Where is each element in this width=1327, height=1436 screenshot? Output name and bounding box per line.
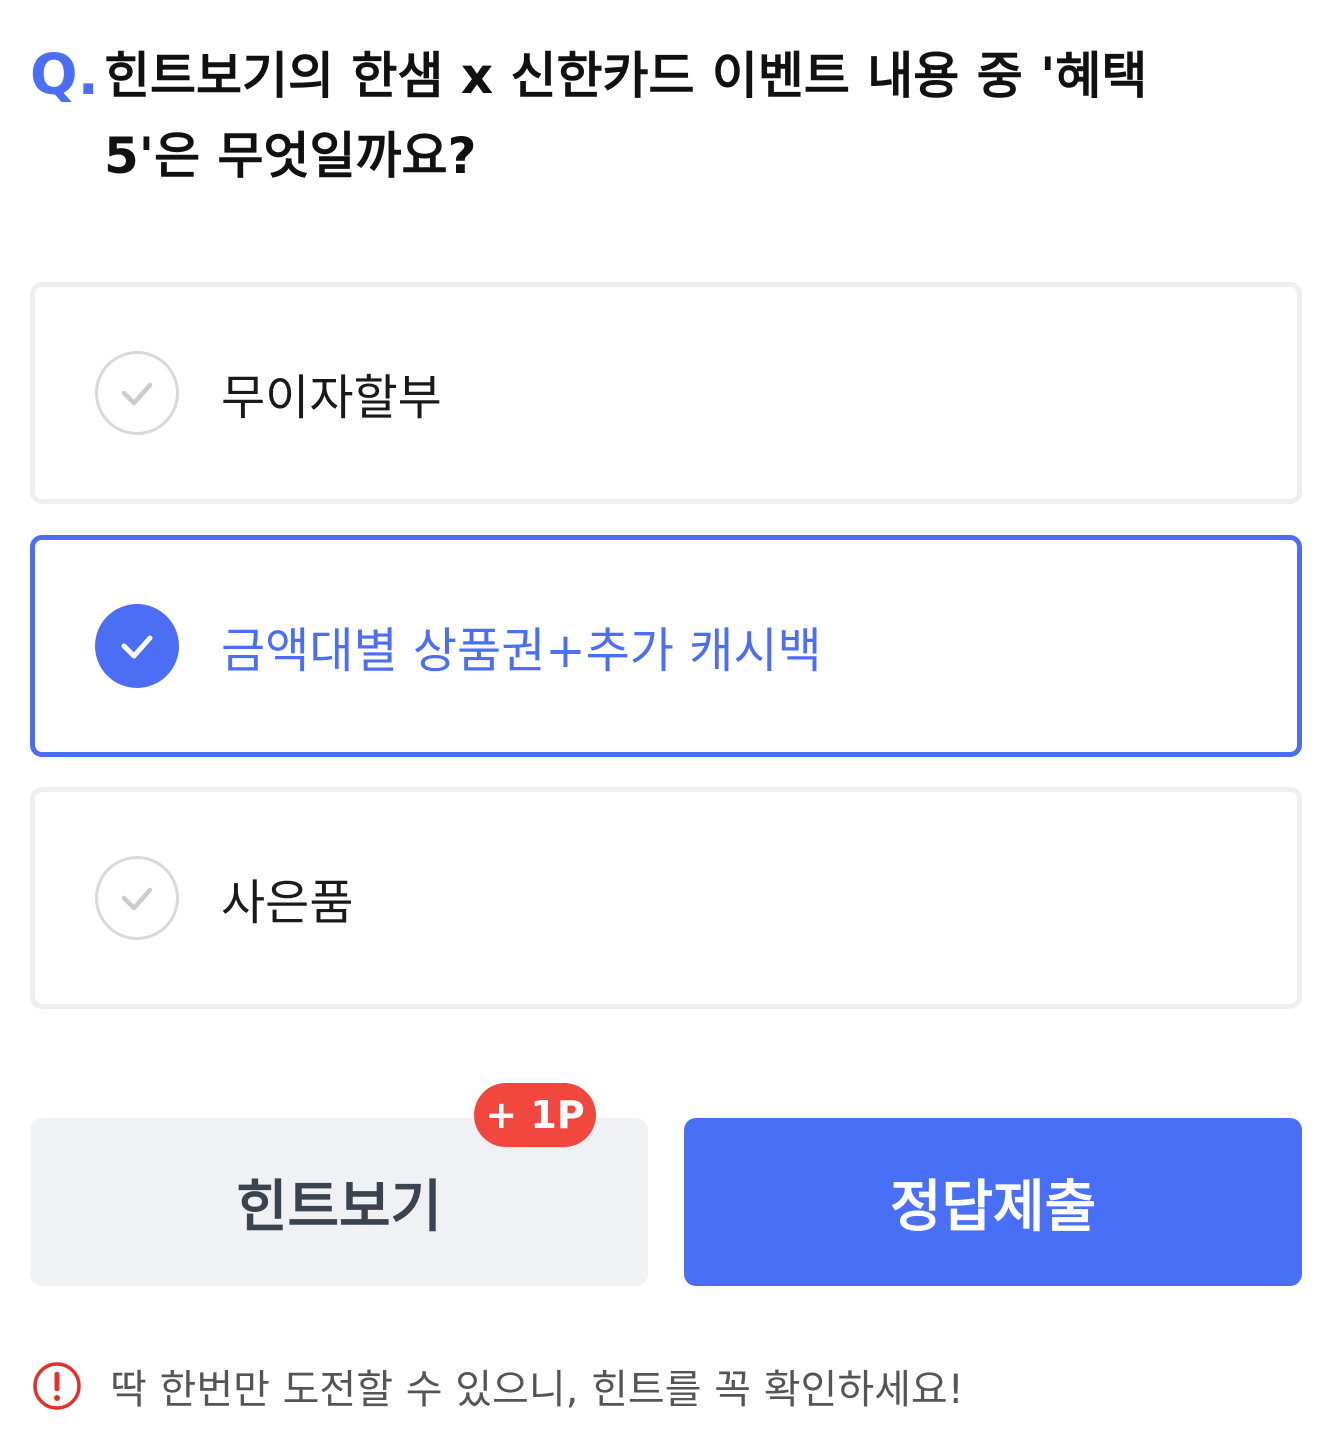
hint-point-badge: + 1P (474, 1083, 596, 1147)
check-icon (95, 604, 179, 688)
option-2[interactable]: 금액대별 상품권+추가 캐시백 (30, 535, 1302, 757)
option-label: 금액대별 상품권+추가 캐시백 (221, 623, 822, 679)
option-3[interactable]: 사은품 (30, 787, 1302, 1009)
check-icon (95, 351, 179, 435)
question-text: 힌트보기의 한샘 x 신한카드 이벤트 내용 중 '혜택 5'은 무엇일까요? (104, 47, 1148, 185)
notice: 딱 한번만 도전할 수 있으니, 힌트를 꼭 확인하세요! (32, 1354, 964, 1418)
submit-answer-button[interactable]: 정답제출 (684, 1118, 1302, 1286)
check-icon (95, 856, 179, 940)
option-label: 무이자할부 (221, 370, 442, 426)
notice-text: 딱 한번만 도전할 수 있으니, 힌트를 꼭 확인하세요! (110, 1367, 964, 1413)
hint-button-label: 힌트보기 (235, 1174, 443, 1240)
question: Q. 힌트보기의 한샘 x 신한카드 이벤트 내용 중 '혜택 5'은 무엇일까… (30, 36, 1270, 196)
question-prefix: Q. (30, 43, 99, 108)
submit-button-label: 정답제출 (889, 1174, 1097, 1240)
option-1[interactable]: 무이자할부 (30, 282, 1302, 504)
exclamation-circle-icon (32, 1361, 82, 1411)
option-label: 사은품 (221, 875, 354, 931)
